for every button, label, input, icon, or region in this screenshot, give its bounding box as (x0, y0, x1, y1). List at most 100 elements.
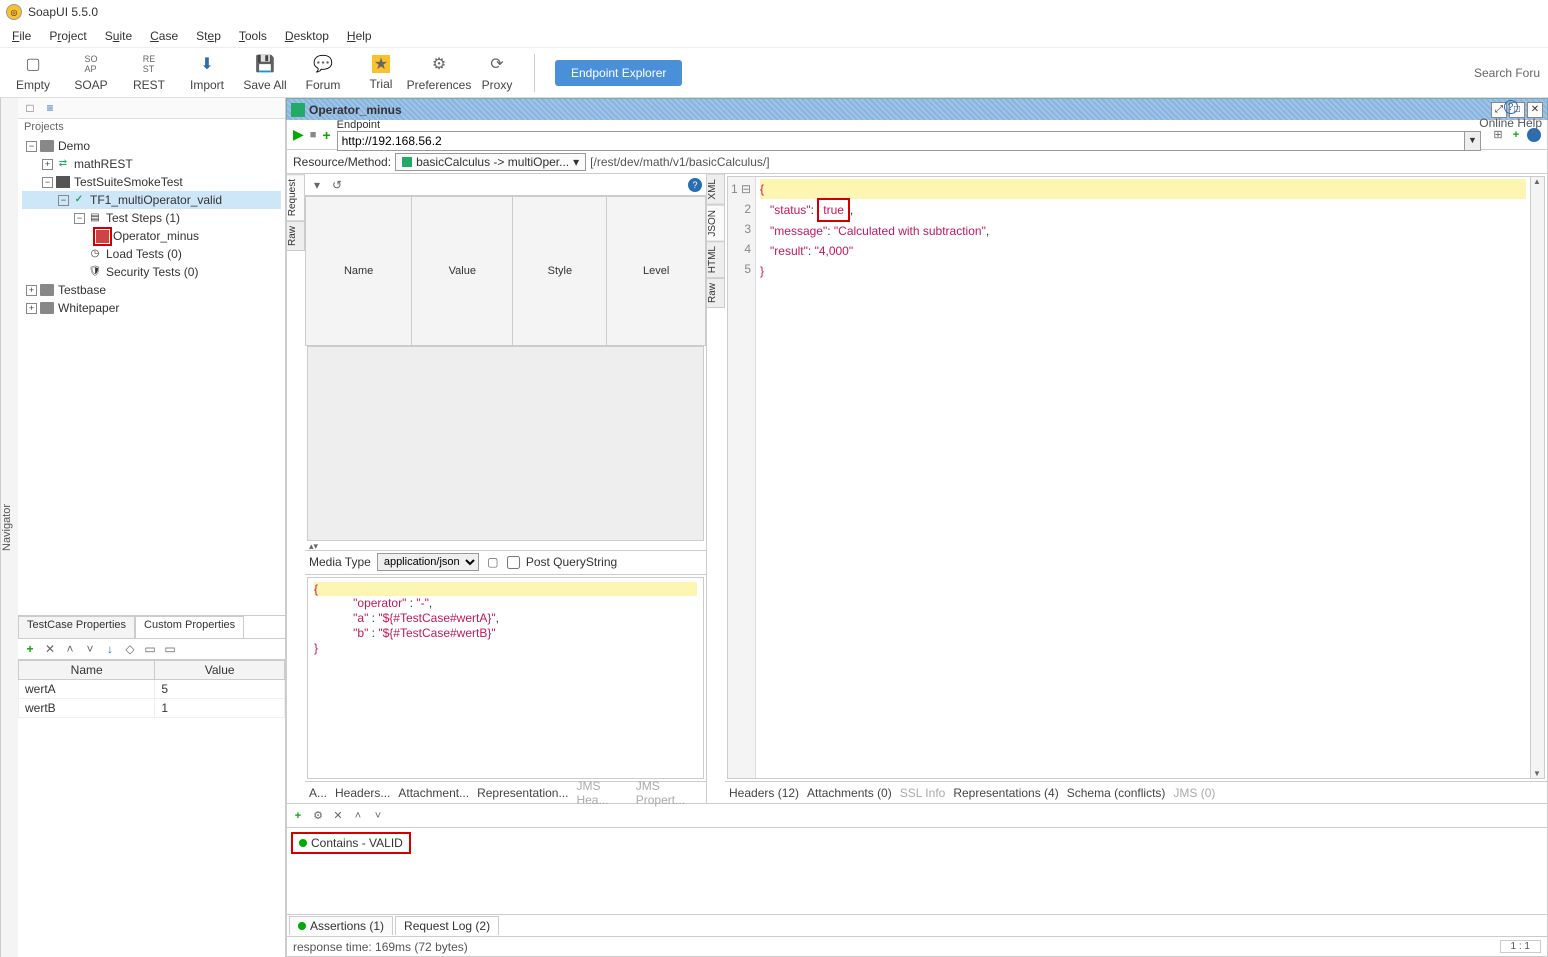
resource-method-dropdown[interactable]: basicCalculus -> multiOper...▾ (395, 153, 586, 171)
resp-representations-tab[interactable]: Representations (4) (953, 786, 1058, 800)
response-bottom-tabs: Headers (12) Attachments (0) SSL Info Re… (725, 781, 1547, 803)
request-log-tab[interactable]: Request Log (2) (395, 916, 499, 935)
tree-teststeps[interactable]: −▤Test Steps (1) (22, 209, 281, 227)
raw-tab[interactable]: Raw (287, 221, 305, 251)
search-forum-link[interactable]: Search Foru (1474, 66, 1540, 80)
tree-demo[interactable]: −Demo (22, 137, 281, 155)
table-row[interactable]: wertA5 (19, 680, 285, 699)
toolbar-import[interactable]: ⬇Import (182, 51, 232, 95)
endpoint-input[interactable] (337, 131, 1465, 151)
testcase-properties-tab[interactable]: TestCase Properties (18, 616, 135, 638)
tree-testsuite[interactable]: −TestSuiteSmokeTest (22, 173, 281, 191)
request-body-editor[interactable]: { "operator" : "-", "a" : "${#TestCase#w… (307, 577, 704, 780)
add-property-icon[interactable]: + (22, 641, 38, 657)
remove-property-icon[interactable]: ✕ (42, 641, 58, 657)
resp-headers-tab[interactable]: Headers (12) (729, 786, 799, 800)
load-icon[interactable]: ▭ (142, 641, 158, 657)
request-tab[interactable]: Request (287, 174, 305, 221)
ssl-info-tab[interactable]: SSL Info (900, 786, 946, 800)
expand-icon[interactable]: ≡ (42, 100, 58, 116)
menu-desktop[interactable]: Desktop (277, 27, 337, 45)
projects-toolbar: □ ≡ (18, 98, 285, 119)
auth-tab[interactable]: A... (309, 786, 327, 800)
menu-tools[interactable]: Tools (231, 27, 275, 45)
toolbar-saveall[interactable]: 💾Save All (240, 51, 290, 95)
run-icon[interactable]: ▶ (293, 126, 304, 143)
schema-tab[interactable]: Schema (conflicts) (1067, 786, 1166, 800)
import-icon: ⬇ (197, 54, 217, 74)
properties-table[interactable]: NameValue wertA5 wertB1 (18, 660, 285, 718)
toolbar-trial[interactable]: ★Trial (356, 51, 406, 95)
move-down-icon[interactable]: ˅ (82, 641, 98, 657)
html-tab[interactable]: HTML (707, 241, 725, 278)
toolbar-proxy[interactable]: ⟳Proxy (472, 51, 522, 95)
toolbar-soap[interactable]: SOAPSOAP (66, 51, 116, 95)
move-up-icon[interactable]: ˄ (62, 641, 78, 657)
assertions-list[interactable]: Contains - VALID (287, 828, 1547, 914)
remove-assertion-icon[interactable]: ✕ (331, 809, 345, 823)
tree-whitepaper[interactable]: +Whitepaper (22, 299, 281, 317)
assertion-contains-valid[interactable]: Contains - VALID (291, 832, 411, 854)
add-icon[interactable]: + (322, 127, 330, 143)
raw-resp-tab[interactable]: Raw (707, 278, 725, 308)
assertions-tab[interactable]: Assertions (1) (289, 916, 393, 935)
json-tab[interactable]: JSON (707, 205, 725, 242)
add-assertion-icon[interactable]: + (291, 809, 305, 823)
toolbar-proxy-label: Proxy (482, 78, 513, 92)
param-opts-icon[interactable]: ▾ (309, 177, 325, 193)
menu-help[interactable]: Help (339, 27, 380, 45)
attachments-tab[interactable]: Attachment... (398, 786, 469, 800)
status-dot-icon (298, 922, 306, 930)
toolbar-rest[interactable]: RESTREST (124, 51, 174, 95)
post-querystring-checkbox[interactable] (507, 556, 520, 569)
document-tab[interactable]: Operator_minus ⤢ □ ✕ (286, 98, 1548, 120)
xml-tab[interactable]: XML (707, 174, 725, 205)
tree-loadtests[interactable]: ◷Load Tests (0) (22, 245, 281, 263)
media-type-select[interactable]: application/json (377, 553, 479, 571)
move-up-assertion-icon[interactable]: ˄ (351, 809, 365, 823)
resp-attachments-tab[interactable]: Attachments (0) (807, 786, 892, 800)
endpoint-dropdown-icon[interactable]: ▼ (1465, 131, 1481, 151)
param-table[interactable]: Name Value Style Level (305, 196, 706, 346)
tree-tf1[interactable]: −TF1_multiOperator_valid (22, 191, 281, 209)
toolbar-preferences[interactable]: ⚙Preferences (414, 51, 464, 95)
param-undo-icon[interactable]: ↺ (329, 177, 345, 193)
menu-file[interactable]: File (4, 27, 39, 45)
help-icon[interactable]: ? (688, 178, 702, 192)
menu-case[interactable]: Case (142, 27, 186, 45)
jms-properties-tab[interactable]: JMS Propert... (636, 779, 702, 807)
save-icon[interactable]: ▭ (162, 641, 178, 657)
menu-suite[interactable]: Suite (97, 27, 140, 45)
collapse-toggle-icon[interactable]: − (26, 141, 37, 152)
resp-jms-tab[interactable]: JMS (0) (1173, 786, 1215, 800)
configure-assertion-icon[interactable]: ⚙ (311, 809, 325, 823)
representation-tab[interactable]: Representation... (477, 786, 568, 800)
tree-operator-minus[interactable]: Operator_minus (22, 227, 281, 245)
tree-mathrest[interactable]: +mathREST (22, 155, 281, 173)
tree-securitytests[interactable]: 🛡Security Tests (0) (22, 263, 281, 281)
headers-tab[interactable]: Headers... (335, 786, 390, 800)
sort-down-icon[interactable]: ↓ (102, 641, 118, 657)
endpoint-explorer-button[interactable]: Endpoint Explorer (555, 60, 682, 86)
response-scrollbar[interactable] (1530, 177, 1544, 778)
toolbar-forum-label: Forum (306, 78, 341, 92)
table-row[interactable]: wertB1 (19, 699, 285, 718)
move-down-assertion-icon[interactable]: ˅ (371, 809, 385, 823)
collapse-icon[interactable]: □ (22, 100, 38, 116)
custom-properties-tab[interactable]: Custom Properties (135, 616, 244, 638)
expand-toggle-icon[interactable]: + (42, 159, 53, 170)
stop-icon[interactable]: ■ (310, 129, 317, 141)
online-help-link[interactable]: ? Online Help (1479, 100, 1542, 130)
resize-handle[interactable]: ▴▾ (305, 541, 706, 551)
jms-headers-tab[interactable]: JMS Hea... (576, 779, 627, 807)
tree-testbase[interactable]: +Testbase (22, 281, 281, 299)
clear-icon[interactable]: ◇ (122, 641, 138, 657)
project-tree[interactable]: −Demo +mathREST −TestSuiteSmokeTest −TF1… (18, 135, 285, 615)
media-tool-icon[interactable]: ▢ (485, 554, 501, 570)
navigator-side-tab[interactable]: Navigator (0, 98, 18, 957)
menu-step[interactable]: Step (188, 27, 229, 45)
response-editor[interactable]: 1 ⊟2345 { "status": true, "message": "Ca… (727, 176, 1545, 779)
toolbar-empty[interactable]: ▢Empty (8, 51, 58, 95)
menu-project[interactable]: Project (41, 27, 94, 45)
toolbar-forum[interactable]: 💬Forum (298, 51, 348, 95)
